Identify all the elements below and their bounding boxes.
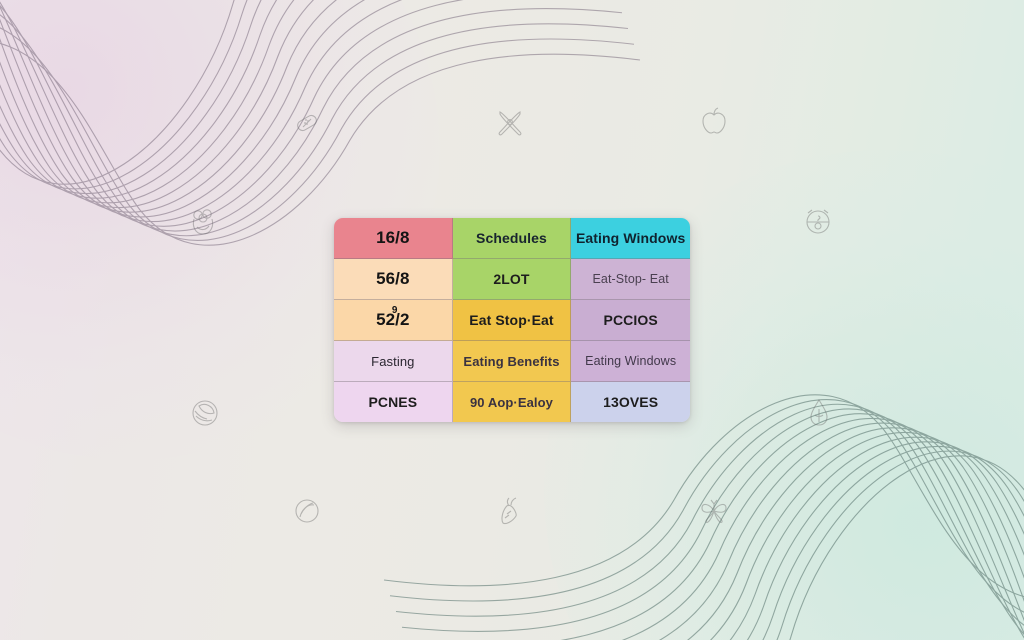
table-row: PCNES 90 Αop·Ealoy 13OVES [334, 382, 690, 422]
water-drop-icon [804, 396, 834, 430]
table-cell-r3-c3: PCCIOS [571, 300, 690, 341]
table-cell-r5-c2: 90 Αop·Ealoy [452, 382, 572, 422]
broccoli-icon [188, 206, 218, 238]
table-cell-r1-c2: Schedules [452, 218, 572, 259]
bean-icon [292, 496, 322, 526]
screenshot-canvas: 16/8 Schedules Eating Windows 56/8 2LOT Eat-S… [0, 0, 1024, 640]
table-cell-r4-c1: Fasting [334, 341, 453, 382]
table-row: 52/2 9 Eat Stop·Eat PCCIOS [334, 300, 690, 341]
table-cell-r5-c3: 13OVES [571, 382, 690, 422]
cell-text: 52/2 9 [376, 305, 410, 329]
comparison-table: 16/8 Schedules Eating Windows 56/8 2LOT Eat-S… [334, 218, 690, 422]
alarm-clock-icon [802, 205, 834, 237]
table-cell-r2-c2: 2LOT [452, 259, 572, 300]
crossed-utensils-icon [492, 104, 528, 140]
table-cell-r4-c3: Eating Windows [571, 341, 690, 382]
table-cell-r3-c2: Eat Stop·Eat [452, 300, 572, 341]
table-cell-r2-c1: 56/8 [334, 259, 453, 300]
orange-slice-icon [188, 396, 222, 430]
table-row: 56/8 2LOT Eat-Stop- Eat [334, 259, 690, 300]
table-cell-r1-c1: 16/8 [334, 218, 453, 259]
comparison-table-container: 16/8 Schedules Eating Windows 56/8 2LOT Eat-S… [334, 218, 690, 422]
table-cell-r4-c2: Eating Benefits [452, 341, 572, 382]
apple-icon [697, 104, 731, 138]
table-cell-r2-c3: Eat-Stop- Eat [571, 259, 690, 300]
cell-overlay-glyph: 9 [391, 305, 398, 316]
table-row: Fasting Eating Benefits Eating Windows [334, 341, 690, 382]
table-row: 16/8 Schedules Eating Windows [334, 218, 690, 259]
butterfly-icon [698, 496, 730, 526]
carrot-icon [494, 494, 524, 528]
table-cell-r1-c3: Eating Windows [571, 218, 690, 259]
bandage-icon [292, 108, 322, 138]
table-cell-r3-c1: 52/2 9 [334, 300, 453, 341]
table-cell-r5-c1: PCNES [334, 382, 453, 422]
